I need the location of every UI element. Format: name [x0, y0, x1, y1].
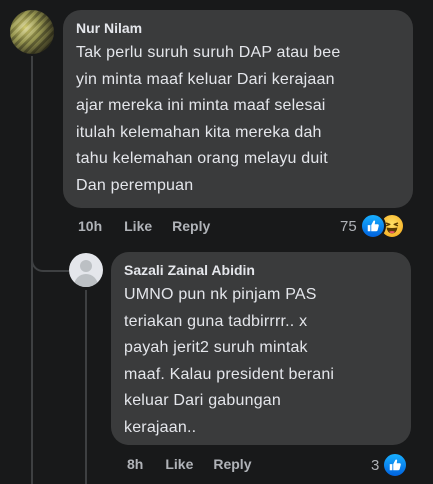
- comment-text: Tak perlu suruh suruh DAP atau bee yin m…: [76, 40, 399, 199]
- comment-timestamp[interactable]: 8h: [127, 456, 143, 472]
- reply-button[interactable]: Reply: [213, 456, 251, 472]
- like-icon: [382, 452, 409, 478]
- reply-thread-line: [85, 290, 87, 484]
- comment-timestamp[interactable]: 10h: [78, 218, 102, 234]
- reaction-summary[interactable]: 3: [371, 452, 409, 478]
- comment-text-line: Dan perempuan: [76, 176, 194, 194]
- thread-connector-line: [31, 56, 33, 484]
- reaction-summary[interactable]: 75: [340, 213, 405, 239]
- avatar-image: [10, 10, 54, 54]
- comment-text-line: payah jerit2 suruh mintak: [124, 339, 308, 356]
- comment-actions: 10h Like Reply: [78, 218, 210, 234]
- comment-text-line: itulah kelemahan kita mereka dah: [76, 123, 322, 141]
- comment-text-line: kerajaan..: [124, 418, 197, 436]
- reply-bubble: Sazali Zainal Abidin UMNO pun nk pinjam …: [111, 252, 411, 445]
- comment-text-line: ajar mereka ini minta maaf selesai: [76, 97, 326, 114]
- comment-text-line: keluar Dari gabungan: [124, 392, 281, 409]
- comment-text-line: tahu kelemahan orang melayu duit: [76, 150, 328, 167]
- comment-author[interactable]: Sazali Zainal Abidin: [124, 261, 397, 279]
- reaction-count: 75: [340, 217, 357, 235]
- comment-bubble: Nur Nilam Tak perlu suruh suruh DAP atau…: [63, 10, 413, 208]
- comment-text-line: teriakan guna tadbirrrr.. x: [124, 312, 308, 330]
- like-button[interactable]: Like: [165, 456, 193, 472]
- comment-text: UMNO pun nk pinjam PAS teriakan guna tad…: [124, 282, 397, 441]
- comment-author[interactable]: Nur Nilam: [76, 19, 399, 37]
- comment-actions: 8h Like Reply: [127, 456, 251, 472]
- like-button[interactable]: Like: [124, 218, 152, 234]
- avatar[interactable]: [69, 253, 103, 287]
- comment-text-line: yin minta maaf keluar Dari kerajaan: [76, 70, 335, 88]
- avatar[interactable]: [10, 10, 54, 54]
- default-avatar-body: [74, 274, 98, 287]
- reaction-count: 3: [371, 456, 380, 474]
- comment-thread: Nur Nilam Tak perlu suruh suruh DAP atau…: [0, 0, 433, 484]
- comment-text-line: Tak perlu suruh suruh DAP atau bee: [76, 44, 341, 61]
- like-icon: [359, 213, 386, 239]
- reply-branch-connector: [31, 232, 69, 272]
- reply-button[interactable]: Reply: [172, 218, 210, 234]
- default-avatar-icon: [80, 260, 92, 272]
- comment-text-line: maaf. Kalau president berani: [124, 365, 335, 383]
- comment-text-line: UMNO pun nk pinjam PAS: [124, 286, 317, 303]
